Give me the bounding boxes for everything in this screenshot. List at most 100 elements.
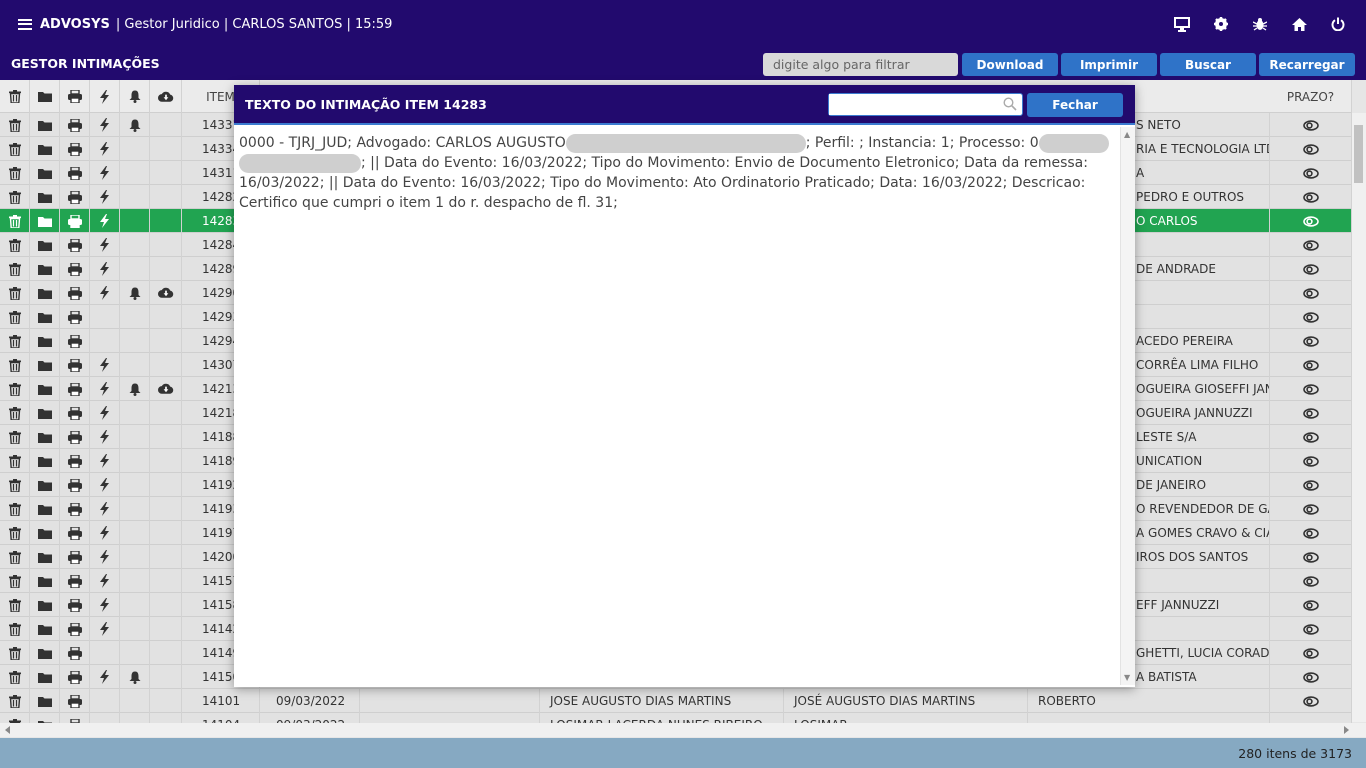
prazo-cell[interactable]: [1270, 353, 1352, 377]
print-icon[interactable]: [67, 141, 83, 157]
flash-icon[interactable]: [97, 381, 113, 397]
delete-cell[interactable]: [0, 449, 30, 473]
eye-icon[interactable]: [1302, 189, 1319, 205]
folder-icon[interactable]: [37, 189, 53, 205]
flash-cell[interactable]: [90, 209, 120, 233]
flash-cell[interactable]: [90, 185, 120, 209]
hamburger-menu-icon[interactable]: [18, 18, 32, 30]
print-icon[interactable]: [67, 405, 83, 421]
trash-icon[interactable]: [7, 285, 23, 301]
folder-icon[interactable]: [37, 525, 53, 541]
print-cell[interactable]: [60, 425, 90, 449]
delete-cell[interactable]: [0, 185, 30, 209]
print-icon[interactable]: [67, 309, 83, 325]
flash-cell[interactable]: [90, 665, 120, 689]
eye-icon[interactable]: [1302, 693, 1319, 709]
folder-icon[interactable]: [37, 501, 53, 517]
print-icon[interactable]: [67, 669, 83, 685]
flash-icon[interactable]: [97, 549, 113, 565]
print-icon[interactable]: [67, 213, 83, 229]
delete-cell[interactable]: [0, 569, 30, 593]
prazo-cell[interactable]: [1270, 425, 1352, 449]
trash-icon[interactable]: [7, 525, 23, 541]
flash-icon[interactable]: [97, 405, 113, 421]
folder-cell[interactable]: [30, 137, 60, 161]
flash-icon[interactable]: [97, 597, 113, 613]
print-icon[interactable]: [67, 165, 83, 181]
print-cell[interactable]: [60, 449, 90, 473]
delete-cell[interactable]: [0, 521, 30, 545]
gear-icon[interactable]: [1211, 13, 1231, 35]
download-button[interactable]: Download: [962, 53, 1058, 76]
folder-cell[interactable]: [30, 353, 60, 377]
folder-cell[interactable]: [30, 401, 60, 425]
table-row[interactable]: 1410409/03/2022 LOSIMAR LACERDA NUNES RIB…: [0, 713, 1352, 723]
eye-icon[interactable]: [1302, 429, 1319, 445]
flash-cell[interactable]: [90, 425, 120, 449]
prazo-cell[interactable]: [1270, 521, 1352, 545]
eye-icon[interactable]: [1302, 285, 1319, 301]
trash-icon[interactable]: [7, 309, 23, 325]
prazo-cell[interactable]: [1270, 257, 1352, 281]
folder-cell[interactable]: [30, 233, 60, 257]
prazo-cell[interactable]: [1270, 497, 1352, 521]
flash-icon[interactable]: [97, 669, 113, 685]
horizontal-scrollbar[interactable]: [0, 723, 1366, 737]
trash-icon[interactable]: [7, 165, 23, 181]
delete-cell[interactable]: [0, 713, 30, 723]
search-button[interactable]: Buscar: [1160, 53, 1256, 76]
delete-cell[interactable]: [0, 257, 30, 281]
reload-button[interactable]: Recarregar: [1259, 53, 1355, 76]
eye-icon[interactable]: [1302, 261, 1319, 277]
trash-icon[interactable]: [7, 453, 23, 469]
delete-cell[interactable]: [0, 689, 30, 713]
prazo-cell[interactable]: [1270, 665, 1352, 689]
flash-cell[interactable]: [90, 497, 120, 521]
modal-scrollbar[interactable]: ▲ ▼: [1120, 127, 1135, 685]
print-cell[interactable]: [60, 137, 90, 161]
prazo-cell[interactable]: [1270, 569, 1352, 593]
flash-icon[interactable]: [97, 237, 113, 253]
folder-cell[interactable]: [30, 425, 60, 449]
eye-icon[interactable]: [1302, 573, 1319, 589]
eye-icon[interactable]: [1302, 501, 1319, 517]
folder-cell[interactable]: [30, 713, 60, 723]
cloud-cell[interactable]: [150, 281, 182, 305]
print-icon[interactable]: [67, 645, 83, 661]
flash-cell[interactable]: [90, 545, 120, 569]
print-icon[interactable]: [67, 525, 83, 541]
delete-cell[interactable]: [0, 209, 30, 233]
folder-cell[interactable]: [30, 209, 60, 233]
prazo-cell[interactable]: [1270, 113, 1352, 137]
cloud-download-icon[interactable]: [157, 285, 174, 301]
trash-icon[interactable]: [7, 141, 23, 157]
prazo-cell[interactable]: [1270, 545, 1352, 569]
print-cell[interactable]: [60, 617, 90, 641]
delete-cell[interactable]: [0, 401, 30, 425]
delete-cell[interactable]: [0, 425, 30, 449]
folder-cell[interactable]: [30, 185, 60, 209]
eye-icon[interactable]: [1302, 453, 1319, 469]
folder-cell[interactable]: [30, 377, 60, 401]
folder-cell[interactable]: [30, 305, 60, 329]
flash-icon[interactable]: [97, 429, 113, 445]
delete-cell[interactable]: [0, 329, 30, 353]
eye-icon[interactable]: [1302, 477, 1319, 493]
prazo-cell[interactable]: [1270, 281, 1352, 305]
prazo-cell[interactable]: [1270, 593, 1352, 617]
flash-cell[interactable]: [90, 449, 120, 473]
print-icon[interactable]: [67, 477, 83, 493]
folder-cell[interactable]: [30, 473, 60, 497]
prazo-cell[interactable]: [1270, 641, 1352, 665]
prazo-cell[interactable]: [1270, 617, 1352, 641]
prazo-cell[interactable]: [1270, 137, 1352, 161]
eye-icon[interactable]: [1302, 405, 1319, 421]
print-button[interactable]: Imprimir: [1061, 53, 1157, 76]
flash-cell[interactable]: [90, 617, 120, 641]
folder-icon[interactable]: [37, 381, 53, 397]
flash-cell[interactable]: [90, 353, 120, 377]
folder-icon[interactable]: [37, 573, 53, 589]
eye-icon[interactable]: [1302, 549, 1319, 565]
eye-icon[interactable]: [1302, 669, 1319, 685]
modal-search-input[interactable]: [829, 94, 999, 115]
